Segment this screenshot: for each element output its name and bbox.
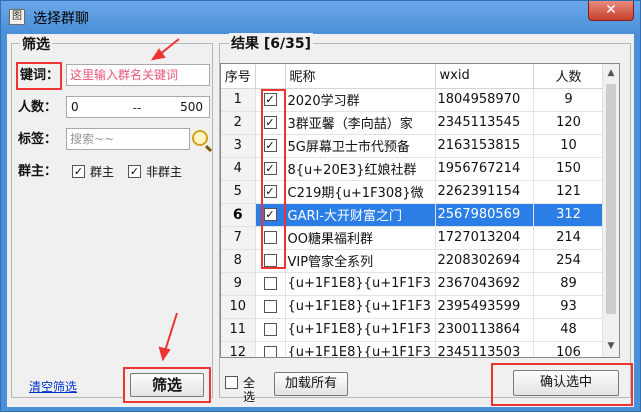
window: 图 选择群聊 ✕ 筛选 键词： 这里输入群名关键词 人数： 0 -- 500 标… [0, 0, 641, 412]
annotation-arrows [150, 38, 180, 362]
filter-arrow [164, 312, 178, 352]
filter-arrow-head [158, 346, 171, 362]
